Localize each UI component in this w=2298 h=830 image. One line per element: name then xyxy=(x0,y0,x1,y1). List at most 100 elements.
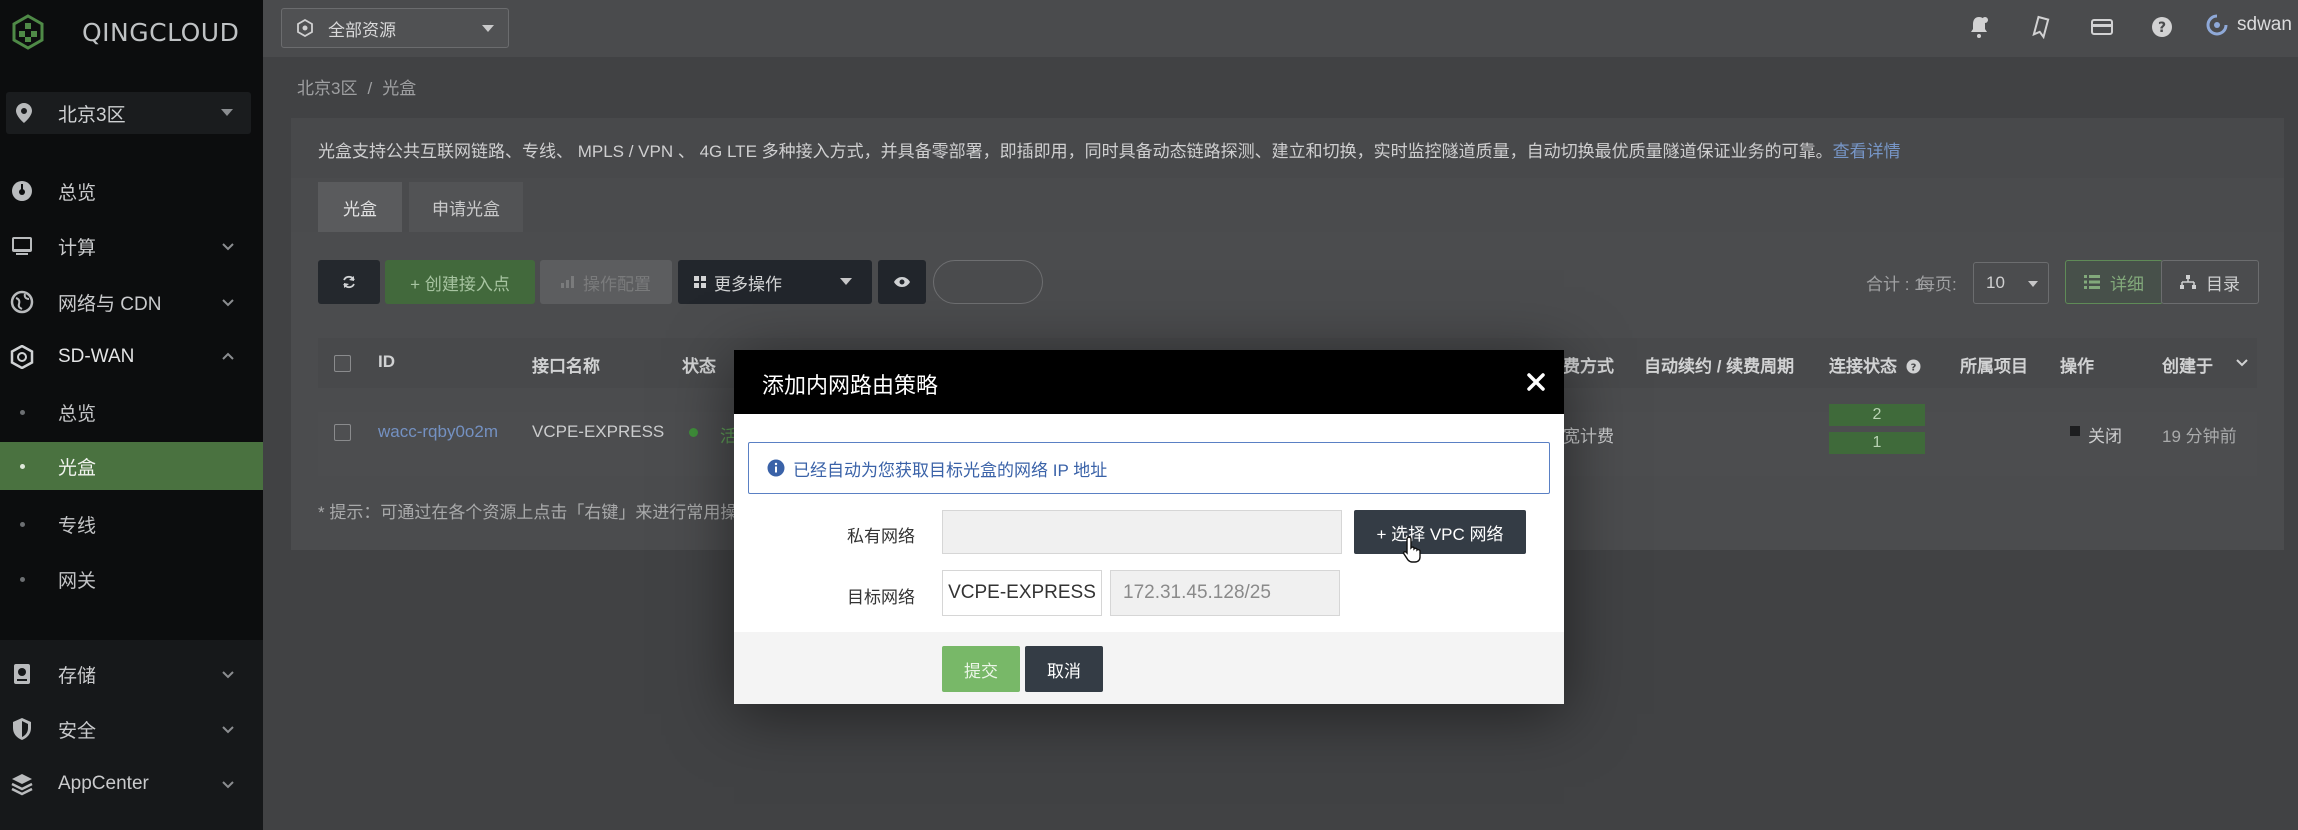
view-directory-button[interactable]: 目录 xyxy=(2161,260,2259,304)
nav-label: AppCenter xyxy=(58,773,149,794)
bar-chart-icon xyxy=(561,276,574,288)
nav-label: 计算 xyxy=(58,237,97,259)
dashboard-icon xyxy=(12,181,32,201)
chevron-down-icon xyxy=(222,781,234,789)
dialog-header: 添加内网路由策略 xyxy=(734,350,1564,414)
status-indicator xyxy=(689,428,698,437)
info-description: 光盒支持公共互联网链路、专线、 MPLS / VPN 、 4G LTE 多种接入… xyxy=(318,142,1833,161)
bullet-dot xyxy=(20,409,25,415)
target-network-name: VCPE-EXPRESS xyxy=(942,570,1102,616)
nav-item-sd-wan[interactable]: SD-WAN xyxy=(0,331,263,383)
target-network-label: 目标网络 xyxy=(847,588,915,607)
submit-button[interactable]: 提交 xyxy=(942,646,1020,692)
help-icon[interactable]: ? xyxy=(1906,359,1921,374)
brand-name: QINGCLOUD xyxy=(82,17,240,47)
cell-id-link[interactable]: wacc-rqby0o2m xyxy=(378,422,498,442)
private-network-input[interactable] xyxy=(942,510,1342,554)
hexagon-icon xyxy=(10,345,34,369)
view-detail-label: 详细 xyxy=(2110,274,2144,294)
nav-item-appcenter[interactable]: AppCenter xyxy=(0,758,263,810)
batch-config-button[interactable]: 操作配置 xyxy=(540,260,672,304)
private-network-label: 私有网络 xyxy=(847,527,915,546)
column-header-id[interactable]: ID xyxy=(378,352,395,372)
tab-apply-guanghe[interactable]: 申请光盒 xyxy=(409,182,523,232)
nav-item-overview[interactable]: 总览 xyxy=(0,165,263,217)
refresh-icon xyxy=(343,275,355,289)
chevron-down-icon[interactable] xyxy=(2236,358,2248,368)
select-vpc-button[interactable]: + 选择 VPC 网络 xyxy=(1354,510,1526,554)
total-count: 合计 : 1 xyxy=(1866,275,1924,294)
create-access-point-button[interactable]: + 创建接入点 xyxy=(385,260,535,304)
hexagon-icon xyxy=(297,19,313,37)
more-actions-label: 更多操作 xyxy=(714,274,782,294)
nav-item-network-cdn[interactable]: 网络与 CDN xyxy=(0,276,263,328)
notification-bell-icon[interactable] xyxy=(1967,15,1991,39)
chevron-down-icon xyxy=(2028,281,2038,292)
nav-item-security[interactable]: 安全 xyxy=(0,703,263,755)
chevron-down-icon xyxy=(222,299,234,307)
add-route-policy-dialog: 添加内网路由策略 已经自动为您获取目标光盒的网络 IP 地址 私有网络 + 选择… xyxy=(734,350,1564,704)
nav-item-storage[interactable]: 存储 xyxy=(0,648,263,700)
resource-scope-selector[interactable]: 全部资源 xyxy=(281,8,509,48)
chevron-down-icon xyxy=(222,243,234,251)
view-detail-button[interactable]: 详细 xyxy=(2065,260,2163,304)
nav-label: 存储 xyxy=(58,665,97,687)
hint-text: * 提示：可通过在各个资源上点击「右键」来进行常用操作 xyxy=(318,503,755,522)
sidebar-item-gateway[interactable]: 网关 xyxy=(0,553,263,605)
layers-icon xyxy=(11,774,33,796)
column-header-status[interactable]: 状态 xyxy=(682,352,716,377)
conn-down-badge: 1 xyxy=(1829,432,1925,454)
document-icon[interactable] xyxy=(2029,15,2053,39)
sidebar: QINGCLOUD 北京3区 总览 计算 网络与 CDN SD-WAN 总览 光… xyxy=(0,0,263,830)
resource-scope-label: 全部资源 xyxy=(328,20,396,40)
location-pin-icon xyxy=(16,103,32,123)
globe-icon xyxy=(10,290,34,314)
bullet-dot xyxy=(20,576,25,582)
row-checkbox[interactable] xyxy=(334,424,351,441)
sidebar-item-guanghe[interactable]: 光盒 xyxy=(0,442,263,490)
nav-item-compute[interactable]: 计算 xyxy=(0,220,263,272)
column-header-conn-status: 连接状态 ? xyxy=(1829,352,1921,377)
shield-icon xyxy=(13,718,31,740)
search-input[interactable] xyxy=(933,260,1043,304)
username: sdwan xyxy=(2237,14,2292,35)
stop-icon xyxy=(2070,426,2080,436)
view-details-link[interactable]: 查看详情 xyxy=(1833,142,1901,161)
storage-icon xyxy=(14,664,30,684)
batch-config-label: 操作配置 xyxy=(583,274,651,294)
top-header xyxy=(263,0,2298,57)
more-actions-button[interactable]: 更多操作 xyxy=(678,260,872,304)
help-icon[interactable]: ? xyxy=(2150,15,2174,39)
per-page-select[interactable]: 10 xyxy=(1973,262,2049,304)
chevron-up-icon xyxy=(222,352,234,360)
column-header-created[interactable]: 创建于 xyxy=(2162,352,2213,377)
region-selector[interactable]: 北京3区 xyxy=(6,92,251,134)
billing-card-icon[interactable] xyxy=(2090,15,2114,39)
tab-guanghe[interactable]: 光盒 xyxy=(318,182,402,232)
select-all-checkbox[interactable] xyxy=(334,355,351,372)
qingcloud-logo-icon xyxy=(12,14,44,50)
breadcrumb-region[interactable]: 北京3区 xyxy=(297,79,357,98)
nav-label: 总览 xyxy=(58,182,97,204)
eye-icon xyxy=(894,277,910,287)
sidebar-item-dedicated-line[interactable]: 专线 xyxy=(0,498,263,550)
refresh-button[interactable] xyxy=(318,260,380,304)
conn-status-label: 连接状态 xyxy=(1829,357,1897,376)
nav-label: 总览 xyxy=(58,403,97,425)
dialog-footer xyxy=(734,632,1564,704)
close-action-link[interactable]: 关闭 xyxy=(2088,422,2122,447)
column-header-billing: 费方式 xyxy=(1563,357,1614,376)
close-icon[interactable] xyxy=(1524,370,1548,394)
cancel-button[interactable]: 取消 xyxy=(1025,646,1103,692)
sidebar-item-sdwan-overview[interactable]: 总览 xyxy=(0,386,263,438)
logo[interactable]: QINGCLOUD xyxy=(10,10,239,54)
user-menu[interactable]: sdwan xyxy=(2205,13,2292,37)
column-header-project: 所属项目 xyxy=(1960,357,2028,376)
avatar-icon xyxy=(2206,14,2228,36)
toggle-visibility-button[interactable] xyxy=(878,260,926,304)
nav-label: 网络与 CDN xyxy=(58,293,162,315)
region-label: 北京3区 xyxy=(58,104,126,126)
chevron-down-icon xyxy=(221,109,233,122)
tab-bar xyxy=(291,178,2284,232)
view-directory-label: 目录 xyxy=(2206,274,2240,294)
